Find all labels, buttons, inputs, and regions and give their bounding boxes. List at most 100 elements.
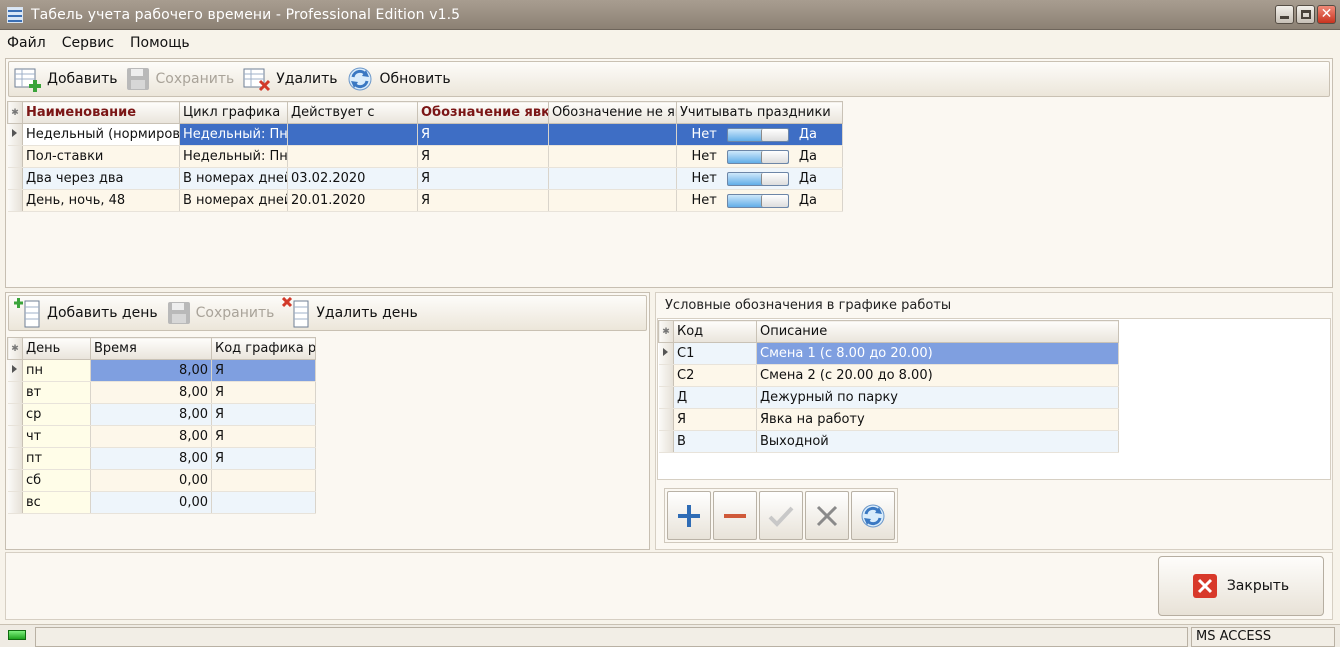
cell-from[interactable]: 03.02.2020	[287, 167, 418, 190]
delete-day-button[interactable]: Удалить день	[282, 297, 418, 329]
col-header-description[interactable]: Описание	[756, 320, 1119, 343]
cell-from[interactable]	[287, 123, 418, 146]
col-header-no-mark[interactable]: Обозначение не яв	[548, 101, 677, 124]
menu-file[interactable]: Файл	[6, 35, 47, 51]
cell-description[interactable]: Явка на работу	[756, 408, 1119, 431]
table-row[interactable]: С2 Смена 2 (с 20.00 до 8.00)	[658, 364, 1119, 387]
cell-holidays[interactable]: Нет Да	[676, 189, 843, 212]
table-row[interactable]: День, ночь, 48 В номерах дней 20.01.2020…	[7, 189, 843, 212]
table-row[interactable]: вс 0,00	[7, 491, 316, 514]
table-row[interactable]: пн 8,00 Я	[7, 359, 316, 382]
col-header-day[interactable]: День	[22, 337, 91, 360]
cell-code[interactable]: Я	[211, 359, 316, 382]
cell-name[interactable]: Пол-ставки	[22, 145, 180, 168]
cell-time[interactable]: 8,00	[90, 447, 212, 470]
col-header-cycle[interactable]: Цикл графика	[179, 101, 288, 124]
cell-code[interactable]: С1	[673, 342, 757, 365]
grid-corner[interactable]: ✱	[7, 337, 23, 360]
save-day-button[interactable]: Сохранить	[166, 300, 274, 326]
cell-code[interactable]: Я	[211, 381, 316, 404]
cell-from[interactable]	[287, 145, 418, 168]
cell-yes-mark[interactable]: Я	[417, 123, 549, 146]
minimize-button[interactable]	[1275, 5, 1294, 24]
table-row[interactable]: Недельный (нормирова Недельный: Пн Я Нет…	[7, 123, 843, 146]
add-day-button[interactable]: Добавить день	[13, 297, 158, 329]
holiday-toggle[interactable]	[726, 149, 789, 164]
cell-code[interactable]	[211, 469, 316, 492]
col-header-yes-mark[interactable]: Обозначение явк	[417, 101, 549, 124]
cancel-icon[interactable]	[805, 491, 849, 540]
delete-button[interactable]: Удалить	[242, 65, 337, 93]
checkmark-icon[interactable]	[759, 491, 803, 540]
cell-day[interactable]: ср	[22, 403, 91, 426]
cell-code[interactable]: Я	[673, 408, 757, 431]
cell-no-mark[interactable]	[548, 189, 677, 212]
col-header-from[interactable]: Действует с	[287, 101, 418, 124]
cell-time[interactable]: 8,00	[90, 425, 212, 448]
holiday-toggle[interactable]	[726, 171, 789, 186]
cell-code[interactable]	[211, 491, 316, 514]
table-row[interactable]: Д Дежурный по парку	[658, 386, 1119, 409]
col-header-code[interactable]: Код	[673, 320, 757, 343]
menu-service[interactable]: Сервис	[61, 35, 115, 51]
cell-code[interactable]: С2	[673, 364, 757, 387]
close-window-button[interactable]: ✕	[1317, 5, 1336, 24]
cell-cycle[interactable]: В номерах дней	[179, 167, 288, 190]
cell-code[interactable]: В	[673, 430, 757, 453]
cell-code[interactable]: Я	[211, 447, 316, 470]
cell-description[interactable]: Выходной	[756, 430, 1119, 453]
table-row[interactable]: ср 8,00 Я	[7, 403, 316, 426]
refresh-icon[interactable]	[851, 491, 895, 540]
holiday-toggle[interactable]	[726, 127, 789, 142]
col-header-code[interactable]: Код графика ра	[211, 337, 316, 360]
cell-day[interactable]: вс	[22, 491, 91, 514]
cell-day[interactable]: вт	[22, 381, 91, 404]
cell-description[interactable]: Смена 2 (с 20.00 до 8.00)	[756, 364, 1119, 387]
cell-no-mark[interactable]	[548, 145, 677, 168]
table-row[interactable]: Два через два В номерах дней 03.02.2020 …	[7, 167, 843, 190]
cell-code[interactable]: Я	[211, 425, 316, 448]
table-row[interactable]: Я Явка на работу	[658, 408, 1119, 431]
cell-code[interactable]: Д	[673, 386, 757, 409]
cell-yes-mark[interactable]: Я	[417, 189, 549, 212]
plus-icon[interactable]	[667, 491, 711, 540]
cell-yes-mark[interactable]: Я	[417, 167, 549, 190]
cell-name[interactable]: Два через два	[22, 167, 180, 190]
table-row[interactable]: В Выходной	[658, 430, 1119, 453]
cell-time[interactable]: 8,00	[90, 359, 212, 382]
col-header-time[interactable]: Время	[90, 337, 212, 360]
cell-time[interactable]: 0,00	[90, 469, 212, 492]
cell-day[interactable]: чт	[22, 425, 91, 448]
table-row[interactable]: чт 8,00 Я	[7, 425, 316, 448]
cell-name[interactable]: Недельный (нормирова	[22, 123, 180, 146]
table-row[interactable]: Пол-ставки Недельный: Пн Я Нет Да	[7, 145, 843, 168]
cell-cycle[interactable]: Недельный: Пн	[179, 123, 288, 146]
grid-corner[interactable]: ✱	[7, 101, 23, 124]
cell-holidays[interactable]: Нет Да	[676, 145, 843, 168]
table-row[interactable]: С1 Смена 1 (с 8.00 до 20.00)	[658, 342, 1119, 365]
save-button[interactable]: Сохранить	[125, 66, 234, 92]
minus-icon[interactable]	[713, 491, 757, 540]
refresh-button[interactable]: Обновить	[345, 65, 451, 93]
cell-day[interactable]: пт	[22, 447, 91, 470]
col-header-name[interactable]: Наименование	[22, 101, 180, 124]
menu-help[interactable]: Помощь	[129, 35, 191, 51]
cell-description[interactable]: Смена 1 (с 8.00 до 20.00)	[756, 342, 1119, 365]
cell-no-mark[interactable]	[548, 123, 677, 146]
holiday-toggle[interactable]	[726, 193, 789, 208]
cell-name[interactable]: День, ночь, 48	[22, 189, 180, 212]
cell-time[interactable]: 0,00	[90, 491, 212, 514]
table-row[interactable]: пт 8,00 Я	[7, 447, 316, 470]
close-button[interactable]: Закрыть	[1158, 556, 1324, 616]
cell-holidays[interactable]: Нет Да	[676, 123, 843, 146]
cell-time[interactable]: 8,00	[90, 403, 212, 426]
cell-yes-mark[interactable]: Я	[417, 145, 549, 168]
cell-cycle[interactable]: Недельный: Пн	[179, 145, 288, 168]
col-header-holidays[interactable]: Учитывать праздники	[676, 101, 843, 124]
cell-cycle[interactable]: В номерах дней	[179, 189, 288, 212]
cell-code[interactable]: Я	[211, 403, 316, 426]
table-row[interactable]: вт 8,00 Я	[7, 381, 316, 404]
cell-holidays[interactable]: Нет Да	[676, 167, 843, 190]
cell-time[interactable]: 8,00	[90, 381, 212, 404]
maximize-button[interactable]	[1296, 5, 1315, 24]
